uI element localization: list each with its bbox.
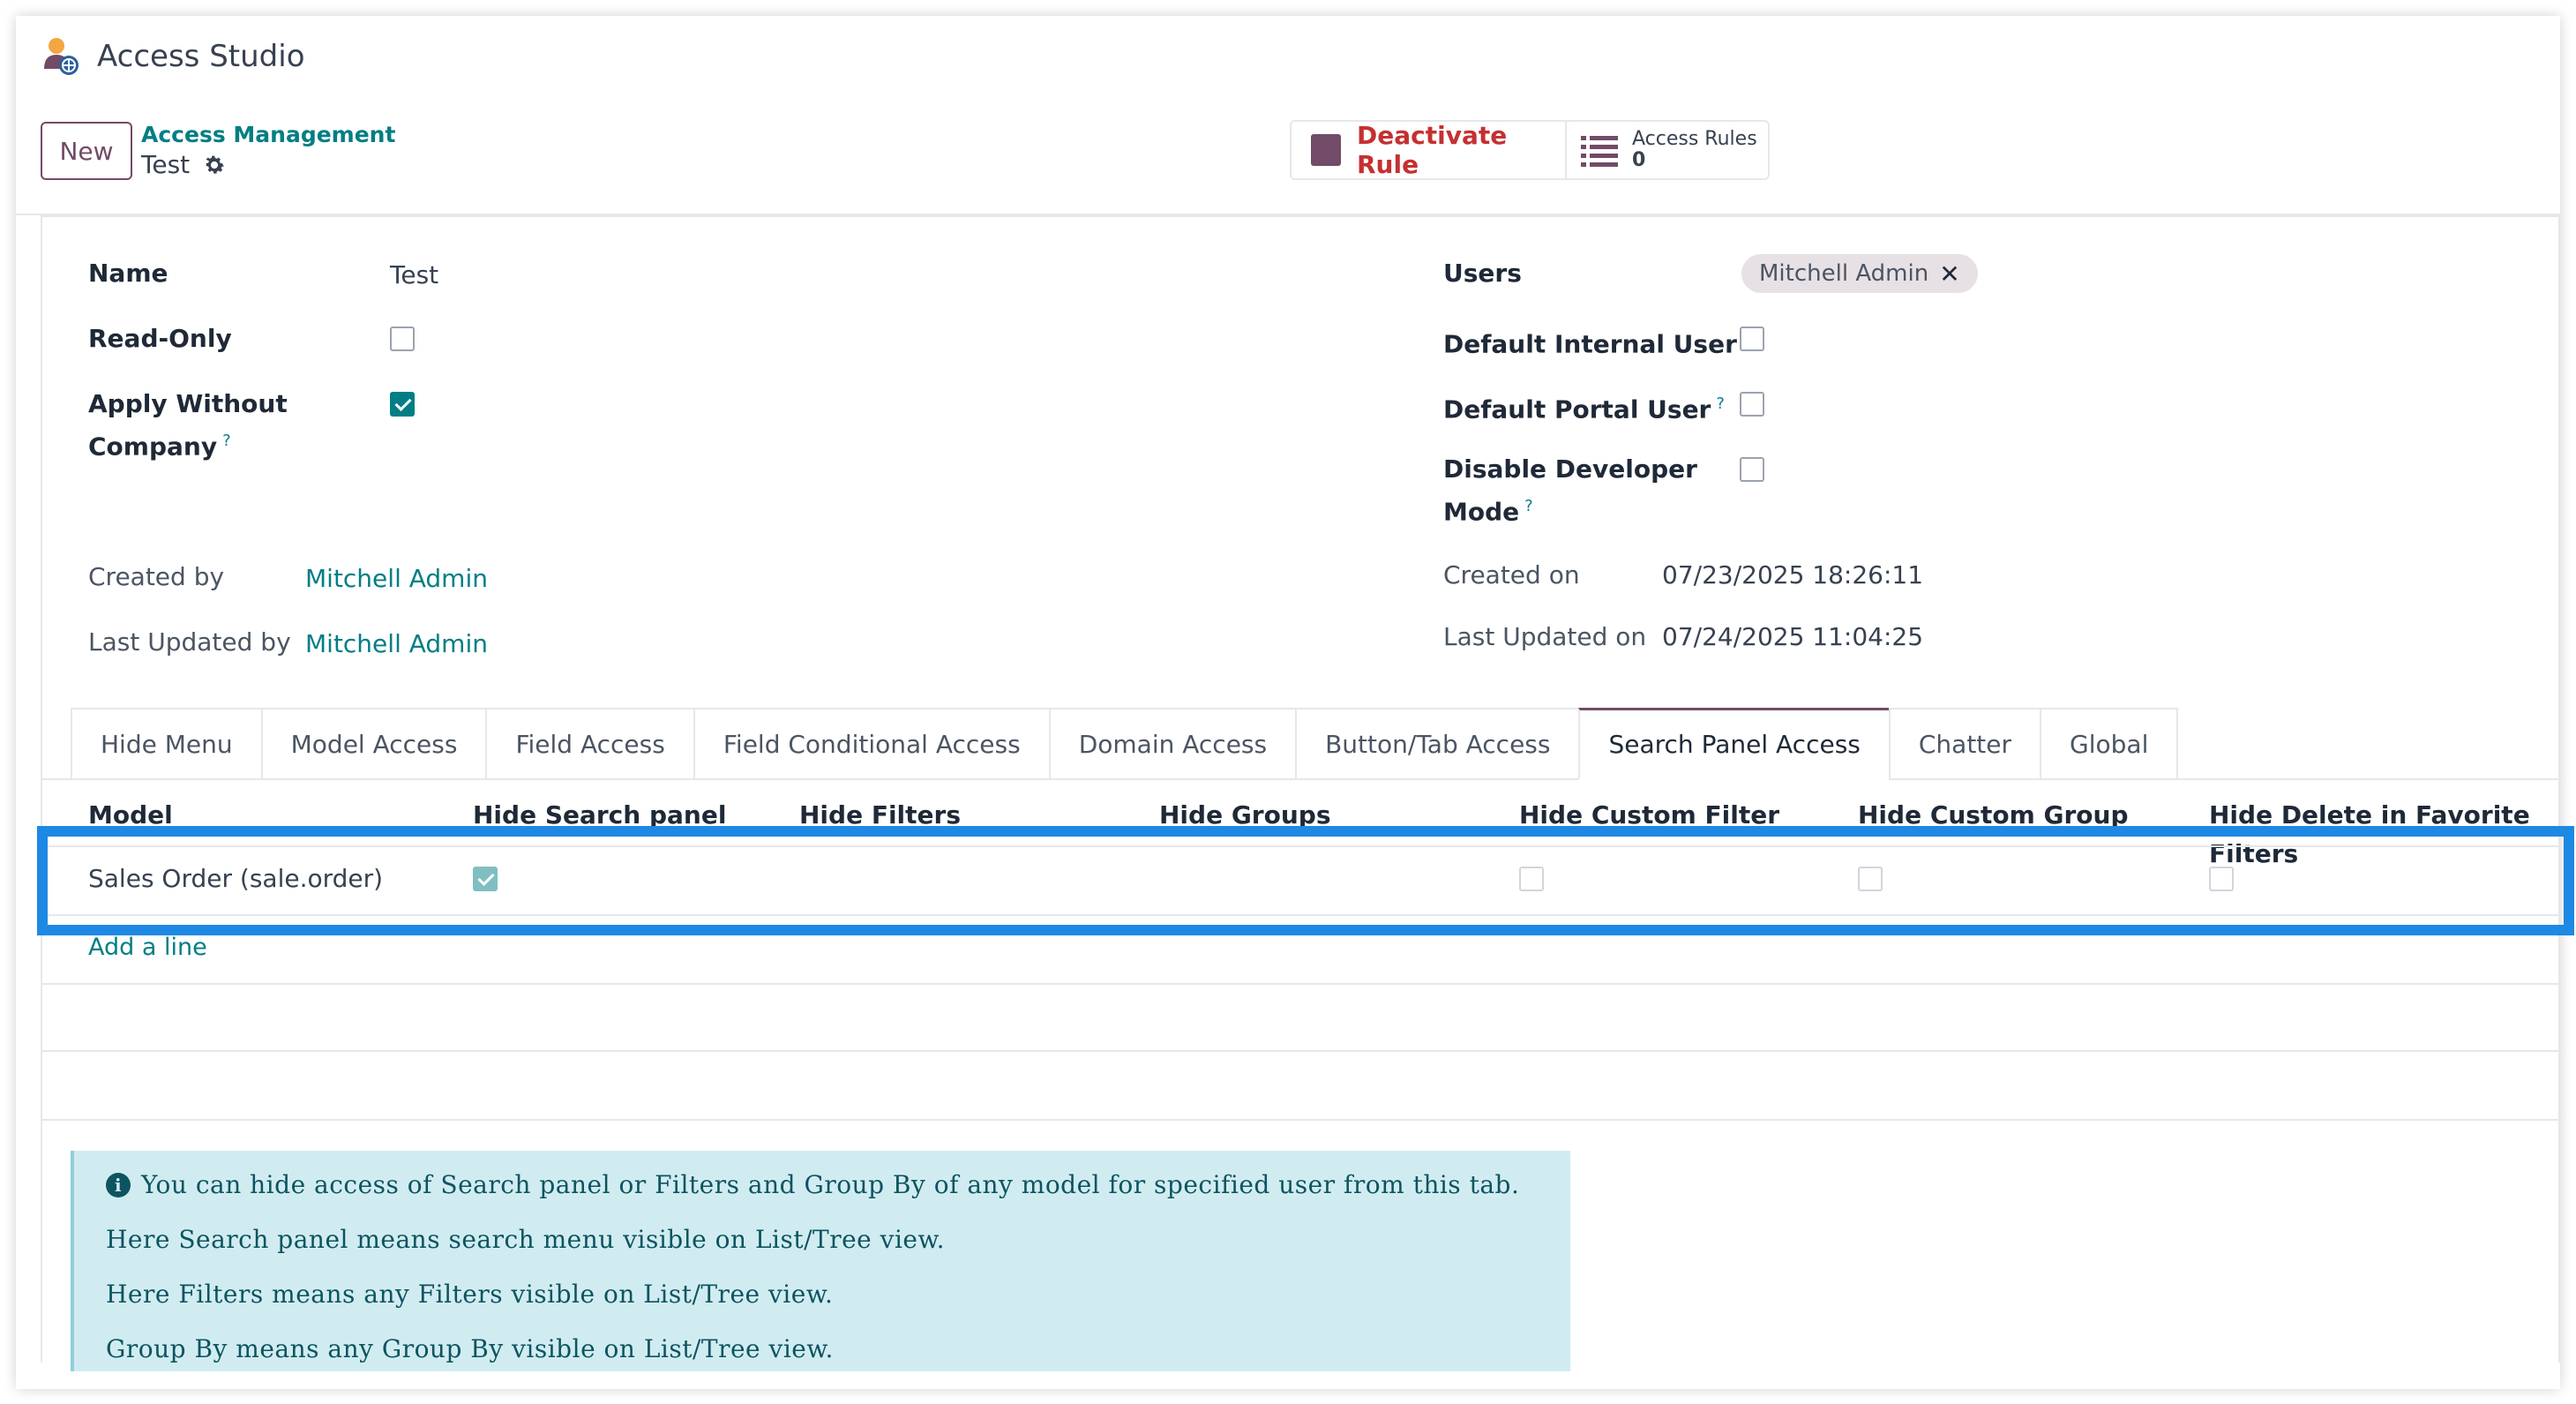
stat-buttons: Deactivate Rule Access Rules 0: [1290, 120, 1770, 180]
apply-without-company-label: Apply Without: [88, 385, 288, 424]
app-window: Access Studio New Access Management Test…: [16, 16, 2574, 1389]
row-divider-empty-3: [42, 1119, 2562, 1121]
notebook-tabs: Hide Menu Model Access Field Access Fiel…: [71, 708, 2179, 780]
disable-developer-mode-label-line1: Disable Developer: [1443, 454, 1697, 484]
breadcrumb-parent[interactable]: Access Management: [141, 122, 395, 147]
tab-global[interactable]: Global: [2040, 708, 2179, 780]
new-button[interactable]: New: [41, 122, 132, 180]
last-updated-by-link[interactable]: Mitchell Admin: [305, 625, 488, 664]
readonly-label: Read-Only: [88, 324, 232, 353]
info-line-1-text: You can hide access of Search panel or F…: [141, 1170, 1520, 1199]
info-alert: i You can hide access of Search panel or …: [71, 1151, 1570, 1371]
list-icon: [1581, 136, 1618, 167]
help-icon[interactable]: ?: [1524, 497, 1533, 515]
breadcrumb-current: Test: [141, 150, 227, 179]
created-by-link[interactable]: Mitchell Admin: [305, 559, 488, 598]
users-label: Users: [1443, 259, 1522, 288]
created-on-label: Created on: [1443, 560, 1580, 589]
help-icon[interactable]: ?: [222, 432, 231, 450]
info-line-1: i You can hide access of Search panel or …: [106, 1158, 1570, 1213]
default-portal-user-label-text: Default Portal User: [1443, 394, 1711, 424]
tab-hide-menu[interactable]: Hide Menu: [71, 708, 261, 780]
apply-without-company-label-line1: Apply Without: [88, 389, 288, 418]
tab-chatter[interactable]: Chatter: [1888, 708, 2041, 780]
tab-button-tab-access[interactable]: Button/Tab Access: [1295, 708, 1579, 780]
tab-model-access[interactable]: Model Access: [260, 708, 486, 780]
info-line-4: Group By means any Group By visible on L…: [106, 1334, 834, 1363]
row-divider-empty-1: [42, 983, 2562, 985]
created-by-label: Created by: [88, 562, 225, 591]
access-rules-button[interactable]: Access Rules 0: [1567, 122, 1768, 178]
stop-icon: [1311, 134, 1341, 166]
apply-without-company-label-line2: Company: [88, 432, 218, 462]
tab-field-conditional-access[interactable]: Field Conditional Access: [693, 708, 1049, 780]
last-updated-on-label: Last Updated on: [1443, 622, 1647, 651]
remove-tag-icon[interactable]: ✕: [1939, 259, 1959, 289]
disable-developer-mode-label-line2: Mode: [1443, 497, 1520, 527]
default-portal-user-checkbox[interactable]: [1740, 392, 1764, 417]
info-line-2: Here Search panel means search menu visi…: [106, 1225, 946, 1254]
user-tag-label: Mitchell Admin: [1759, 260, 1929, 287]
highlight-box: [37, 826, 2574, 935]
tab-search-panel-access[interactable]: Search Panel Access: [1578, 708, 1889, 780]
readonly-checkbox[interactable]: [390, 327, 415, 351]
user-tag: Mitchell Admin ✕: [1741, 254, 1978, 293]
access-rules-count: 0: [1632, 149, 1646, 171]
default-portal-user-label: Default Portal User?: [1443, 385, 1725, 429]
created-on-value: 07/23/2025 18:26:11: [1662, 560, 1924, 589]
disable-developer-mode-label-2: Mode?: [1443, 487, 1533, 531]
info-icon: i: [106, 1173, 131, 1198]
tab-domain-access[interactable]: Domain Access: [1048, 708, 1296, 780]
access-rules-label: Access Rules: [1632, 128, 1757, 150]
last-updated-on-value: 07/24/2025 11:04:25: [1662, 622, 1924, 651]
apply-without-company-checkbox[interactable]: [390, 392, 415, 417]
disable-developer-mode-label: Disable Developer: [1443, 450, 1697, 489]
name-field[interactable]: Test: [390, 256, 438, 295]
help-icon[interactable]: ?: [1716, 394, 1725, 413]
default-internal-user-checkbox[interactable]: [1740, 327, 1764, 351]
tab-field-access[interactable]: Field Access: [485, 708, 693, 780]
default-internal-user-label: Default Internal User?: [1443, 319, 1750, 364]
default-internal-user-label-text: Default Internal User: [1443, 329, 1737, 359]
deactivate-rule-label: Deactivate Rule: [1356, 121, 1508, 179]
row-divider-empty-2: [42, 1050, 2562, 1052]
breadcrumb-current-label: Test: [141, 150, 191, 179]
access-studio-app-icon[interactable]: [39, 34, 85, 79]
control-panel: New Access Management Test Deactivate Ru…: [16, 101, 2560, 215]
disable-developer-mode-checkbox[interactable]: [1740, 457, 1764, 482]
gear-icon[interactable]: [202, 153, 227, 177]
app-title: Access Studio: [97, 39, 305, 74]
form-sheet: Name Test Read-Only Apply Without Compan…: [41, 215, 2562, 1371]
top-bar: Access Studio: [16, 16, 2560, 101]
deactivate-rule-button[interactable]: Deactivate Rule: [1292, 121, 1567, 179]
last-updated-by-label: Last Updated by: [88, 627, 291, 657]
name-label: Name: [88, 259, 168, 288]
info-line-3: Here Filters means any Filters visible o…: [106, 1280, 834, 1309]
apply-without-company-label-2: Company?: [88, 422, 231, 466]
